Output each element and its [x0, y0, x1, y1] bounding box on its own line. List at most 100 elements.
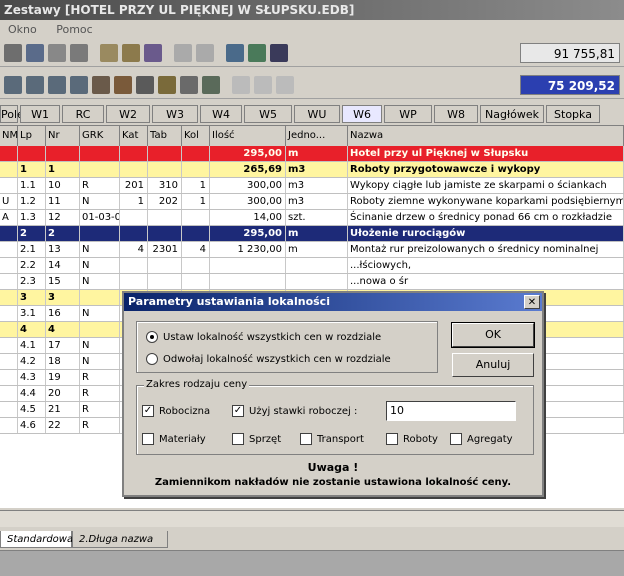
checkbox-aggregates[interactable]: Agregaty: [450, 433, 513, 446]
tab-w5[interactable]: W5: [244, 105, 292, 123]
table-cell[interactable]: 2: [18, 226, 46, 241]
col-nm[interactable]: NM: [0, 126, 18, 146]
tab-w1[interactable]: W1: [20, 105, 60, 123]
col-nr[interactable]: Nr: [46, 126, 80, 146]
table-cell[interactable]: 2: [46, 226, 80, 241]
cut-icon[interactable]: [100, 44, 118, 62]
col-tab[interactable]: Tab: [148, 126, 182, 146]
tab-stopka[interactable]: Stopka: [546, 105, 600, 123]
table-cell[interactable]: 21: [46, 402, 80, 417]
table-cell[interactable]: 01-03-04: [80, 210, 120, 225]
table-cell[interactable]: m: [286, 242, 348, 257]
col-lp[interactable]: Lp: [18, 126, 46, 146]
table-cell[interactable]: [80, 146, 120, 161]
calculator-icon[interactable]: [92, 76, 110, 94]
table-icon[interactable]: [4, 76, 22, 94]
tab-naglowek[interactable]: Nagłówek: [480, 105, 544, 123]
table-cell[interactable]: [148, 274, 182, 289]
table-cell[interactable]: 14,00: [210, 210, 286, 225]
table-cell[interactable]: 4.5: [18, 402, 46, 417]
table-cell[interactable]: R: [80, 402, 120, 417]
table-cell[interactable]: m3: [286, 178, 348, 193]
table-cell[interactable]: N: [80, 194, 120, 209]
table-cell[interactable]: [0, 386, 18, 401]
table-row[interactable]: 2.3 15 N ...nowa o śr: [0, 274, 624, 290]
sheet-dluga-nazwa[interactable]: 2.Długa nazwa: [72, 531, 168, 548]
table-cell[interactable]: [182, 210, 210, 225]
table-row[interactable]: 1.1 10 R 201 310 1 300,00 m3 Wykopy ciągłe lub j…: [0, 178, 624, 194]
table-cell[interactable]: Wykopy ciągłe lub jamiste ze skarpami o …: [348, 178, 624, 193]
table-cell[interactable]: [80, 162, 120, 177]
tab-wu[interactable]: WU: [294, 105, 340, 123]
table-cell[interactable]: [0, 402, 18, 417]
table-cell[interactable]: 1.2: [18, 194, 46, 209]
checkbox-equipment[interactable]: Sprzęt: [232, 433, 281, 446]
table-cell[interactable]: 295,00: [210, 226, 286, 241]
table-cell[interactable]: [148, 210, 182, 225]
table-remove-icon[interactable]: [70, 76, 88, 94]
table-cell[interactable]: 11: [46, 194, 80, 209]
table-cell[interactable]: 20: [46, 386, 80, 401]
col-kat[interactable]: Kat: [120, 126, 148, 146]
table-cell[interactable]: 300,00: [210, 194, 286, 209]
table-cell[interactable]: 22: [46, 418, 80, 433]
table-cell[interactable]: R: [80, 418, 120, 433]
table-cell[interactable]: [120, 258, 148, 273]
table-cell[interactable]: [182, 258, 210, 273]
table-cell[interactable]: [182, 162, 210, 177]
table-row[interactable]: 1 1 265,69 m3 Roboty przygotowawcze i wykopy: [0, 162, 624, 178]
table-cell[interactable]: 1: [46, 162, 80, 177]
print-icon[interactable]: [48, 44, 66, 62]
table-cell[interactable]: 310: [148, 178, 182, 193]
table-cell[interactable]: N: [80, 338, 120, 353]
col-jednostka[interactable]: Jedno...: [286, 126, 348, 146]
table-cell[interactable]: 1.1: [18, 178, 46, 193]
table-cell[interactable]: 4: [18, 322, 46, 337]
insert-row-icon[interactable]: [226, 44, 244, 62]
paste-icon[interactable]: [144, 44, 162, 62]
table-row[interactable]: 2 2 295,00 m Ułożenie rurociągów: [0, 226, 624, 242]
table-cell[interactable]: 300,00: [210, 178, 286, 193]
redo-icon[interactable]: [196, 44, 214, 62]
table-cell[interactable]: Roboty ziemne wykonywane koparkami podsi…: [348, 194, 624, 209]
tab-wp[interactable]: WP: [384, 105, 432, 123]
col-grk[interactable]: GRK: [80, 126, 120, 146]
checkbox-labor[interactable]: ✓ Robocizna: [142, 405, 210, 418]
save-icon[interactable]: [26, 44, 44, 62]
table-cell[interactable]: U: [0, 194, 18, 209]
table-cell[interactable]: Montaż rur preizolowanych o średnicy nom…: [348, 242, 624, 257]
open-icon[interactable]: [4, 44, 22, 62]
table-cell[interactable]: [148, 146, 182, 161]
table-cell[interactable]: m: [286, 146, 348, 161]
tab-pole[interactable]: Pole: [0, 105, 24, 123]
horizontal-scrollbar[interactable]: [0, 510, 624, 527]
table-cell[interactable]: 295,00: [210, 146, 286, 161]
grid-icon[interactable]: [202, 76, 220, 94]
sheet-standardowa[interactable]: Standardowa: [0, 531, 73, 548]
table-cell[interactable]: [0, 258, 18, 273]
table-cell[interactable]: 12: [46, 210, 80, 225]
table-cell[interactable]: N: [80, 242, 120, 257]
radio-set-locality[interactable]: Ustaw lokalność wszystkich cen w rozdzia…: [146, 331, 381, 344]
table-cell[interactable]: 4.2: [18, 354, 46, 369]
table-cell[interactable]: 3: [18, 290, 46, 305]
table-cell[interactable]: [148, 258, 182, 273]
table-cell[interactable]: [0, 146, 18, 161]
table-cell[interactable]: [0, 418, 18, 433]
table-add-icon[interactable]: [48, 76, 66, 94]
table-cell[interactable]: 1 230,00: [210, 242, 286, 257]
table-row[interactable]: U 1.2 11 N 1 202 1 300,00 m3 Roboty ziemne wykony…: [0, 194, 624, 210]
table-cell[interactable]: [80, 322, 120, 337]
chart-icon[interactable]: [114, 76, 132, 94]
table-cell[interactable]: 15: [46, 274, 80, 289]
table-cell[interactable]: [0, 306, 18, 321]
checkbox-materials[interactable]: Materiały: [142, 433, 206, 446]
filter-icon[interactable]: [136, 76, 154, 94]
tab-w3[interactable]: W3: [152, 105, 198, 123]
table-cell[interactable]: Hotel przy ul Pięknej w Słupsku: [348, 146, 624, 161]
table-cell[interactable]: 4: [46, 322, 80, 337]
col-kol[interactable]: Kol: [182, 126, 210, 146]
table-cell[interactable]: [210, 258, 286, 273]
table-cell[interactable]: N: [80, 258, 120, 273]
table-cell[interactable]: 1: [120, 194, 148, 209]
